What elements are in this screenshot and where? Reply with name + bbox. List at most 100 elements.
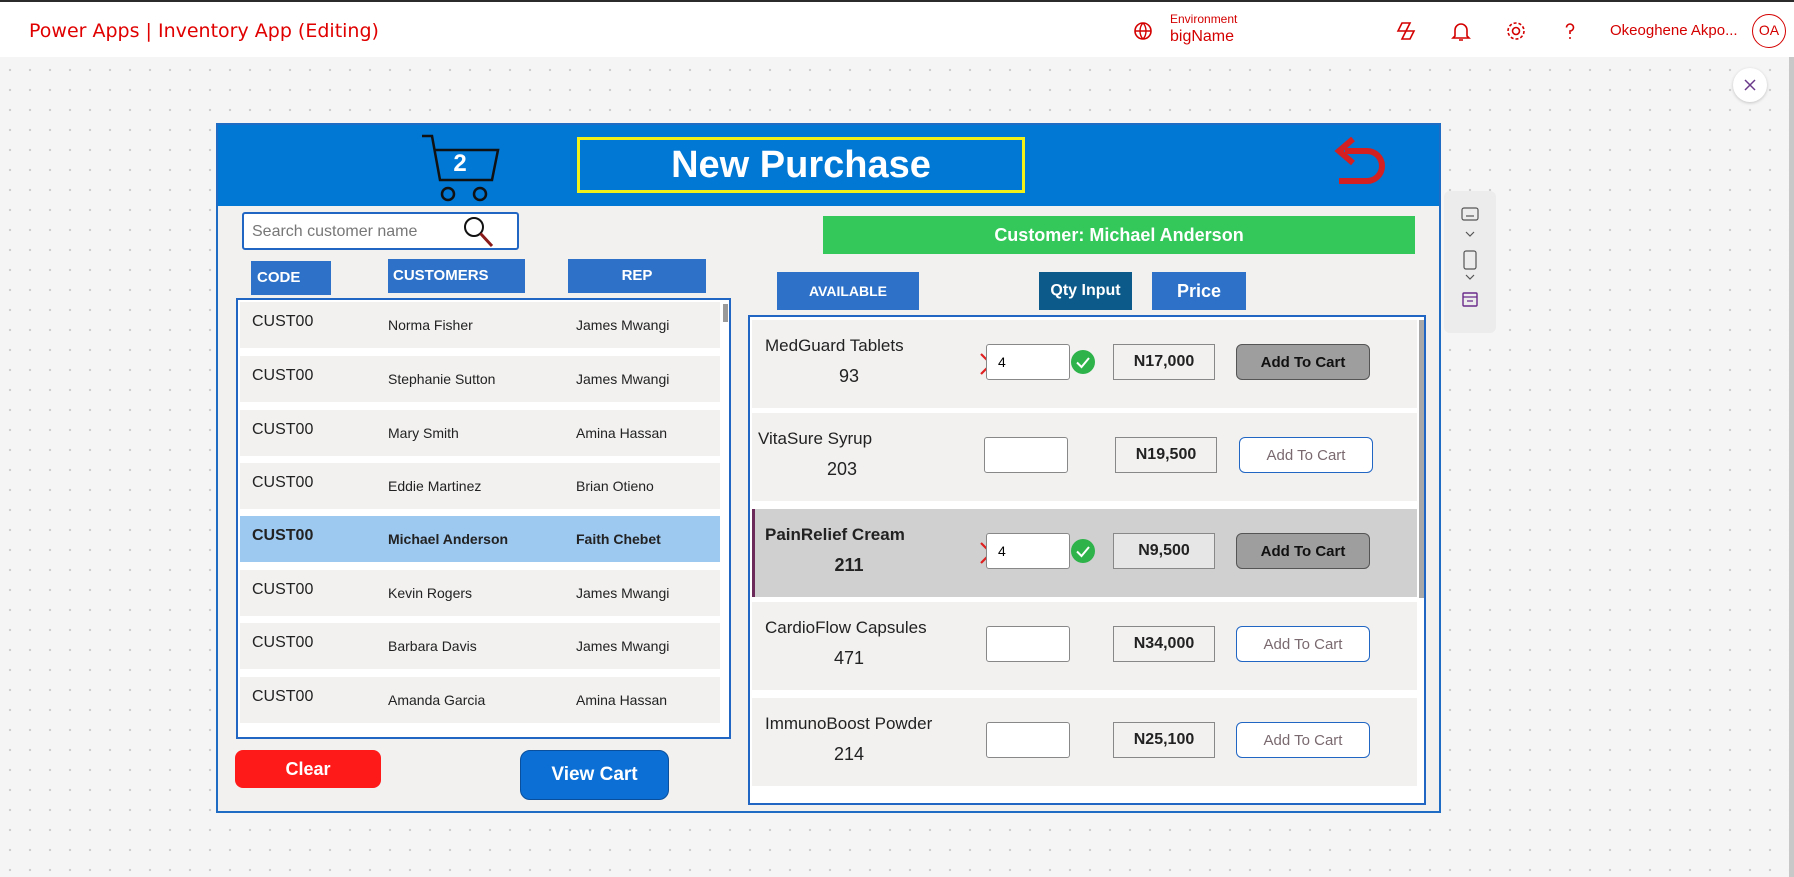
available-quantity: 211 <box>834 555 864 575</box>
bell-icon[interactable] <box>1449 19 1473 43</box>
add-to-cart-button[interactable]: Add To Cart <box>1236 533 1370 569</box>
back-arrow-icon[interactable] <box>1331 137 1391 195</box>
column-header-code: CODE <box>251 261 331 295</box>
confirm-check-icon[interactable] <box>1070 538 1096 564</box>
customer-row[interactable]: CUST00 Amanda Garcia Amina Hassan <box>240 677 720 723</box>
product-row[interactable]: ImmunoBoost Powder 214 N25,100 Add To Ca… <box>752 698 1417 786</box>
product-list-scrollbar[interactable] <box>1419 320 1424 598</box>
customer-code: CUST00 <box>252 313 314 330</box>
header-qty-input: Qty Input <box>1039 272 1132 310</box>
customer-code: CUST00 <box>252 527 314 544</box>
add-to-cart-button[interactable]: Add To Cart <box>1239 437 1373 473</box>
add-to-cart-button[interactable]: Add To Cart <box>1236 344 1370 380</box>
search-input[interactable] <box>252 220 462 244</box>
customer-rep: James Mwangi <box>576 317 670 333</box>
product-name: ImmunoBoost Powder <box>765 714 933 733</box>
qty-input[interactable] <box>986 626 1070 662</box>
search-icon[interactable] <box>461 215 495 249</box>
environment-icon[interactable] <box>1132 20 1154 42</box>
customer-name: Eddie Martinez <box>388 478 482 494</box>
product-name: MedGuard Tablets <box>765 336 904 355</box>
header-price: Price <box>1152 272 1246 310</box>
customer-list[interactable]: CUST00 Norma Fisher James Mwangi CUST00 … <box>236 298 731 739</box>
customer-rep: James Mwangi <box>576 371 670 387</box>
customer-name: Mary Smith <box>388 425 459 441</box>
customer-row[interactable]: CUST00 Norma Fisher James Mwangi <box>240 302 720 348</box>
qty-input[interactable] <box>986 722 1070 758</box>
customer-name: Michael Anderson <box>388 531 509 547</box>
environment-name[interactable]: bigName <box>1170 28 1234 46</box>
copilot-icon[interactable] <box>1394 19 1418 43</box>
available-quantity: 471 <box>833 648 865 668</box>
available-quantity: 203 <box>826 459 858 479</box>
user-name[interactable]: Okeoghene Akpo... <box>1610 22 1738 39</box>
product-name: CardioFlow Capsules <box>765 618 927 637</box>
customer-row[interactable]: CUST00 Kevin Rogers James Mwangi <box>240 570 720 616</box>
customer-search[interactable] <box>242 212 519 250</box>
product-name: PainRelief Cream <box>765 525 905 544</box>
top-bar: Power Apps | Inventory App (Editing) Env… <box>0 0 1794 57</box>
qty-input[interactable] <box>986 344 1070 380</box>
qty-input[interactable] <box>984 437 1068 473</box>
qty-input[interactable] <box>986 533 1070 569</box>
price-value: N34,000 <box>1113 626 1215 662</box>
header-available-quantity: AVAILABLE QUANTITY <box>777 272 919 337</box>
customer-row[interactable]: CUST00 Mary Smith Amina Hassan <box>240 410 720 456</box>
price-value: N17,000 <box>1113 344 1215 380</box>
column-header-customers: CUSTOMERS <box>388 259 525 293</box>
app-title: Power Apps | Inventory App (Editing) <box>29 20 379 42</box>
customer-code: CUST00 <box>252 474 314 491</box>
customer-code: CUST00 <box>252 634 314 651</box>
app-header: 2 New Purchase <box>218 125 1439 206</box>
customer-name: Kevin Rogers <box>388 585 473 601</box>
app-canvas: 2 New Purchase CODE CUSTOMERS REP CUST00… <box>216 123 1441 813</box>
product-list[interactable]: MedGuard Tablets 93 N17,000 Add To Cart … <box>748 315 1426 805</box>
product-name: VitaSure Syrup <box>758 429 873 448</box>
product-row[interactable]: MedGuard Tablets 93 N17,000 Add To Cart <box>752 320 1417 408</box>
price-value: N9,500 <box>1113 533 1215 569</box>
device-panel <box>1444 191 1496 333</box>
customer-rep: Amina Hassan <box>576 692 668 708</box>
customer-row-selected[interactable]: CUST00 Michael Anderson Faith Chebet <box>240 516 720 562</box>
view-cart-button[interactable]: View Cart <box>520 750 669 800</box>
product-row[interactable]: CardioFlow Capsules 471 N34,000 Add To C… <box>752 602 1417 690</box>
customer-name: Norma Fisher <box>388 317 473 333</box>
close-button[interactable] <box>1733 68 1767 102</box>
customer-code: CUST00 <box>252 688 314 705</box>
customer-rep: Amina Hassan <box>576 425 668 441</box>
customer-list-scrollbar[interactable] <box>723 304 728 322</box>
add-to-cart-button[interactable]: Add To Cart <box>1236 626 1370 662</box>
customer-rep: Brian Otieno <box>576 478 654 494</box>
help-icon[interactable] <box>1558 19 1582 43</box>
column-header-rep: REP <box>568 259 706 293</box>
cart-count-badge: 2 <box>453 150 467 177</box>
customer-name: Stephanie Sutton <box>388 371 496 387</box>
product-row-selected[interactable]: PainRelief Cream 211 N9,500 Add To Cart <box>752 509 1417 597</box>
product-row[interactable]: VitaSure Syrup 203 N19,500 Add To Cart <box>752 413 1417 501</box>
customer-code: CUST00 <box>252 367 314 384</box>
selected-customer-label: Customer: Michael Anderson <box>823 216 1415 254</box>
customer-code: CUST00 <box>252 581 314 598</box>
available-quantity: 214 <box>833 744 865 764</box>
price-value: N19,500 <box>1115 437 1217 473</box>
environment-label: Environment <box>1170 12 1238 26</box>
add-to-cart-button[interactable]: Add To Cart <box>1236 722 1370 758</box>
available-quantity: 93 <box>838 366 860 386</box>
avatar[interactable]: OA <box>1752 14 1786 48</box>
clear-button[interactable]: Clear <box>235 750 381 788</box>
customer-row[interactable]: CUST00 Eddie Martinez Brian Otieno <box>240 463 720 509</box>
confirm-check-icon[interactable] <box>1070 349 1096 375</box>
gear-icon[interactable] <box>1504 19 1528 43</box>
page-title: New Purchase <box>577 137 1025 193</box>
page-scrollbar[interactable] <box>1789 57 1794 877</box>
price-value: N25,100 <box>1113 722 1215 758</box>
device-layout-icons[interactable] <box>1444 191 1496 333</box>
customer-row[interactable]: CUST00 Stephanie Sutton James Mwangi <box>240 356 720 402</box>
customer-row[interactable]: CUST00 Barbara Davis James Mwangi <box>240 623 720 669</box>
customer-name: Barbara Davis <box>388 638 477 654</box>
customer-rep: James Mwangi <box>576 585 670 601</box>
close-icon <box>1744 79 1756 91</box>
customer-rep: Faith Chebet <box>576 531 661 547</box>
customer-name: Amanda Garcia <box>388 692 486 708</box>
customer-rep: James Mwangi <box>576 638 670 654</box>
